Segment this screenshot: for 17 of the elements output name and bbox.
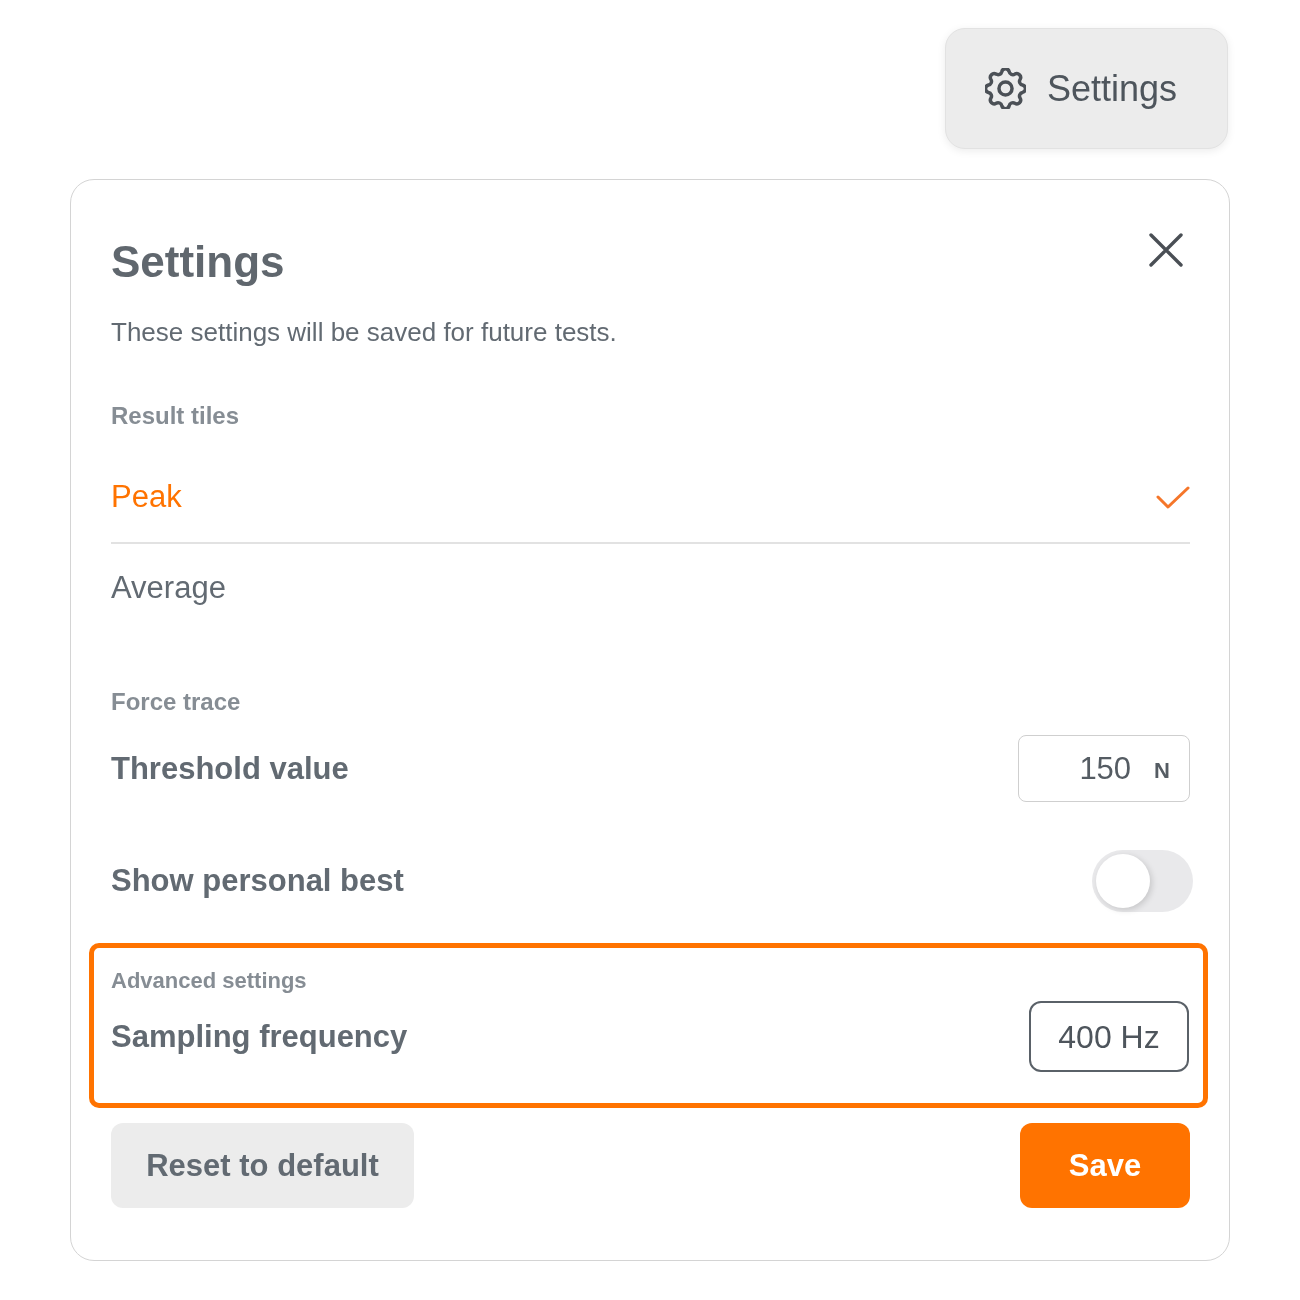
setting-label: Sampling frequency [111, 1017, 408, 1056]
reset-button[interactable]: Reset to default [111, 1123, 414, 1208]
settings-button[interactable]: Settings [945, 28, 1228, 149]
close-icon [1149, 233, 1183, 267]
frequency-select[interactable]: 400 Hz [1029, 1001, 1189, 1072]
dialog-title: Settings [111, 236, 285, 288]
option-item[interactable]: Average [111, 544, 1190, 632]
check-icon [1156, 485, 1190, 509]
section-heading: Advanced settings [111, 967, 308, 995]
setting-label: Show personal best [111, 862, 404, 900]
section-heading: Force trace [111, 687, 242, 717]
section-heading: Result tiles [111, 401, 241, 431]
setting-label: Threshold value [111, 749, 349, 788]
gear-icon [985, 68, 1026, 109]
threshold-field[interactable]: 150 N [1018, 735, 1190, 802]
dialog-description: These settings will be saved for future tests. [111, 316, 618, 349]
close-button[interactable] [1149, 233, 1183, 267]
